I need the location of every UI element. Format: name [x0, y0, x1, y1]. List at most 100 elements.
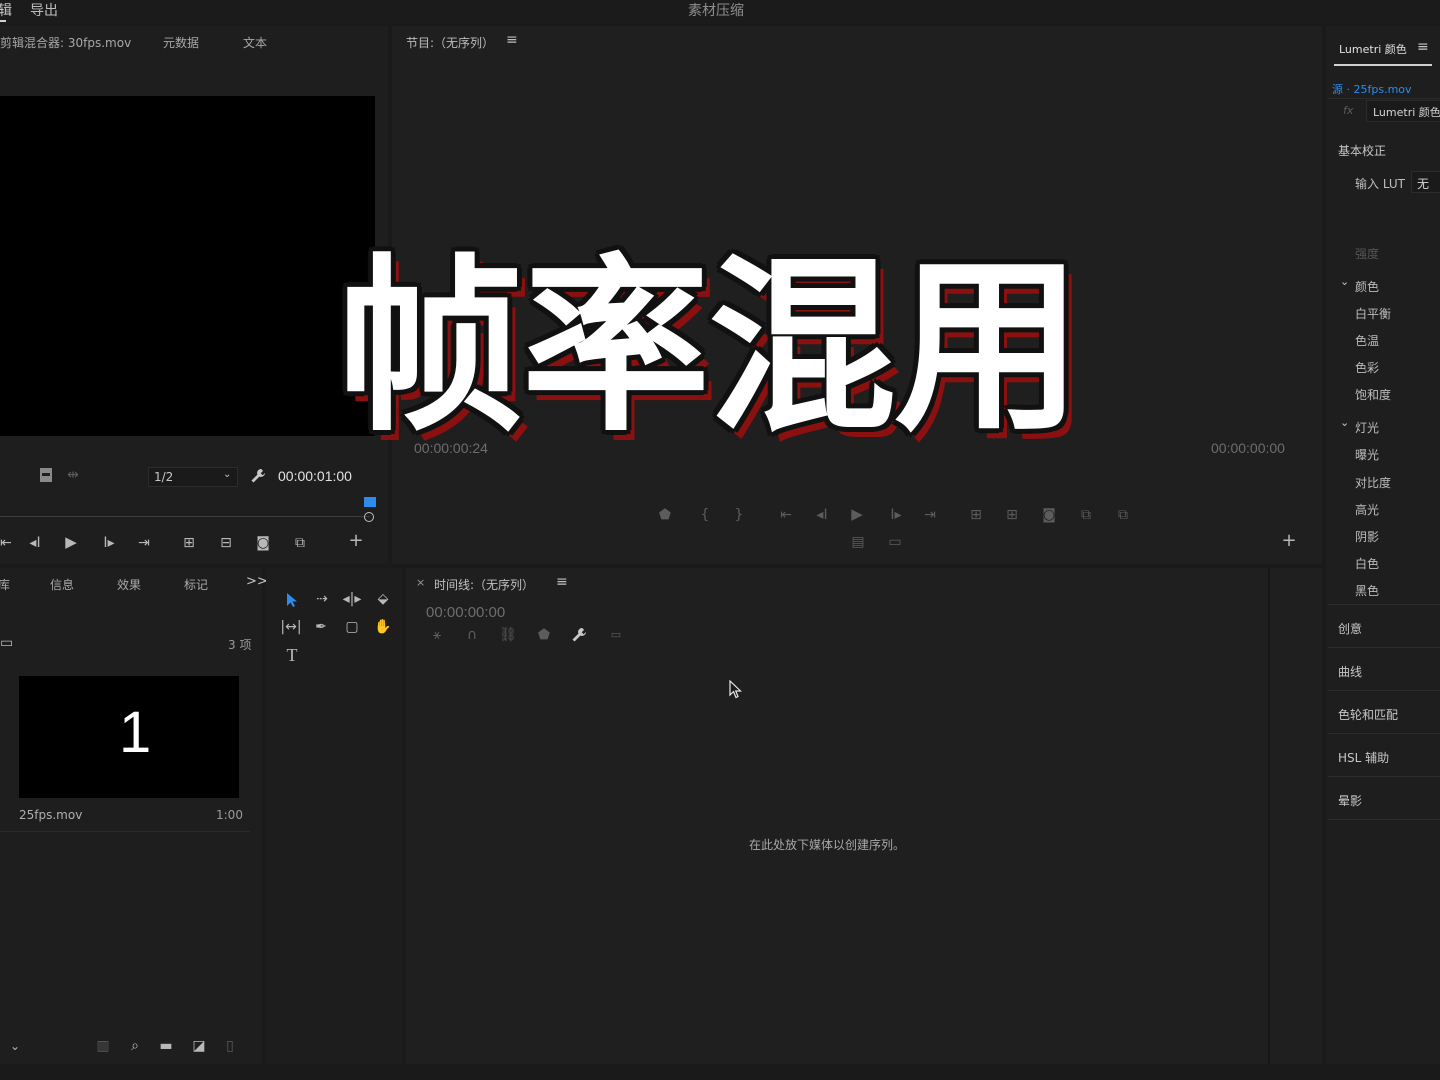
highlights-label: 高光: [1355, 503, 1380, 517]
clip-name[interactable]: 25fps.mov: [19, 808, 82, 822]
clip-thumbnail[interactable]: 1: [19, 676, 239, 798]
source-scrub-bar[interactable]: [0, 512, 370, 520]
search-icon[interactable]: ⌕: [127, 1039, 143, 1053]
slip-tool-icon[interactable]: |↔|: [280, 620, 302, 634]
razor-tool-icon[interactable]: ⬙: [374, 592, 392, 606]
proxy-toggle-icon[interactable]: ⧉: [1113, 508, 1133, 522]
source-timecode[interactable]: 00:00:01:00: [278, 468, 352, 484]
vr-video-icon[interactable]: ▤: [848, 535, 868, 549]
lumetri-tab[interactable]: Lumetri 颜色: [1339, 41, 1407, 57]
camera-icon[interactable]: ◙: [254, 536, 272, 550]
wrench-icon[interactable]: [571, 627, 587, 643]
item-count: 3 项: [228, 638, 252, 652]
color-group[interactable]: 颜色: [1355, 278, 1379, 295]
light-group[interactable]: 灯光: [1355, 419, 1379, 436]
effect-name-box[interactable]: Lumetri 颜色: [1366, 100, 1440, 122]
timeline-menu-icon[interactable]: ≡: [556, 574, 568, 590]
chevron-down-icon[interactable]: ⌄: [8, 1039, 22, 1053]
source-playhead-handle[interactable]: [364, 512, 374, 522]
hand-tool-icon[interactable]: ✋: [374, 620, 392, 634]
mark-out-icon[interactable]: }: [732, 508, 746, 522]
new-bin-icon[interactable]: ▬: [158, 1039, 174, 1053]
play-icon[interactable]: ▶: [62, 535, 80, 550]
program-title[interactable]: 节目:（无序列）: [406, 34, 494, 51]
tab-info[interactable]: 信息: [50, 576, 74, 593]
add-button-icon[interactable]: +: [347, 532, 365, 550]
tab-libraries[interactable]: 库: [0, 576, 10, 593]
snap-icon[interactable]: ∩: [464, 628, 480, 642]
play-icon[interactable]: ▶: [848, 507, 866, 522]
section-creative[interactable]: 创意: [1338, 620, 1362, 637]
lift-icon[interactable]: ⊞: [966, 508, 986, 522]
linked-selection-icon[interactable]: ⛓: [499, 628, 517, 642]
type-tool-icon[interactable]: T: [283, 646, 301, 664]
timeline-title[interactable]: 时间线:（无序列）: [434, 576, 534, 593]
compare-view-icon[interactable]: ⧉: [290, 536, 310, 550]
add-marker-icon[interactable]: ⬟: [537, 628, 551, 642]
menu-edit-underline: [0, 20, 6, 22]
lumetri-source[interactable]: 源 · 25fps.mov: [1332, 81, 1412, 97]
mark-in-icon[interactable]: {: [698, 508, 712, 522]
nest-toggle-icon[interactable]: ⚹: [428, 628, 446, 642]
wrench-icon[interactable]: [250, 468, 266, 484]
overwrite-icon[interactable]: ⊟: [216, 536, 236, 550]
menu-export[interactable]: 导出: [30, 0, 58, 20]
tab-clip-mixer[interactable]: 剪辑混合器: 30fps.mov: [0, 34, 131, 51]
trash-icon[interactable]: ▯: [222, 1039, 238, 1053]
tab-text[interactable]: 文本: [243, 34, 267, 51]
program-menu-icon[interactable]: ≡: [506, 32, 518, 48]
new-item-icon[interactable]: ◪: [191, 1039, 207, 1053]
section-vignette[interactable]: 晕影: [1338, 792, 1362, 809]
comparison-icon[interactable]: ⧉: [1076, 508, 1096, 522]
tab-metadata[interactable]: 元数据: [163, 34, 199, 51]
add-button-icon[interactable]: +: [1280, 532, 1298, 550]
comparison-view-icon[interactable]: ▭: [885, 535, 905, 549]
selection-tool-icon[interactable]: [283, 591, 301, 609]
panel-overflow-icon[interactable]: >>: [246, 574, 268, 589]
resolution-dropdown[interactable]: 1/2 ⌄: [148, 467, 238, 487]
section-hsl[interactable]: HSL 辅助: [1338, 749, 1389, 766]
close-icon[interactable]: ×: [416, 576, 425, 589]
caption-overlay: 帧率混用: [336, 238, 1082, 457]
lumetri-menu-icon[interactable]: ≡: [1417, 39, 1429, 55]
section-color-wheels[interactable]: 色轮和匹配: [1338, 706, 1398, 723]
section-curves[interactable]: 曲线: [1338, 663, 1362, 680]
effect-name: Lumetri 颜色: [1373, 106, 1440, 119]
input-lut-label: 输入 LUT: [1355, 177, 1406, 191]
menu-edit[interactable]: 辑: [0, 0, 12, 20]
extract-icon[interactable]: ⊞: [1002, 508, 1022, 522]
step-back-icon[interactable]: ◂I: [812, 508, 832, 522]
rectangle-tool-icon[interactable]: ▢: [343, 620, 361, 634]
track-select-tool-icon[interactable]: ⇢: [311, 592, 333, 606]
chevron-down-icon[interactable]: ⌄: [1340, 275, 1349, 288]
freeform-view-icon[interactable]: ▥: [94, 1039, 112, 1053]
clip-thumb-number: 1: [119, 700, 152, 765]
fx-icon[interactable]: fx: [1343, 104, 1353, 117]
go-to-out-icon[interactable]: ⇥: [134, 536, 154, 550]
camera-icon[interactable]: ◙: [1040, 508, 1058, 522]
tab-markers[interactable]: 标记: [184, 576, 208, 593]
timeline-timecode[interactable]: 00:00:00:00: [426, 604, 505, 621]
captions-icon[interactable]: ▭: [606, 628, 626, 642]
ripple-edit-tool-icon[interactable]: ◂|▸: [341, 592, 363, 606]
go-to-out-icon[interactable]: ⇥: [920, 508, 940, 522]
tab-effects[interactable]: 效果: [117, 576, 141, 593]
bin-icon[interactable]: ▭: [0, 636, 13, 650]
section-basic-correction[interactable]: 基本校正: [1338, 142, 1386, 159]
go-to-in-icon[interactable]: ⇤: [0, 536, 12, 550]
go-to-in-icon[interactable]: ⇤: [776, 508, 796, 522]
pen-tool-icon[interactable]: ✒: [312, 620, 330, 634]
safe-margins-icon[interactable]: [40, 468, 52, 482]
insert-icon[interactable]: ⊞: [179, 536, 199, 550]
source-playhead[interactable]: [364, 497, 376, 507]
step-forward-icon[interactable]: I▸: [886, 508, 906, 522]
add-marker-icon[interactable]: ⬟: [658, 508, 672, 522]
trim-icon[interactable]: ⇹: [64, 468, 82, 482]
input-lut-value: 无: [1417, 177, 1430, 191]
program-timecode-right: 00:00:00:00: [1211, 440, 1285, 456]
contrast-label: 对比度: [1355, 476, 1392, 490]
chevron-down-icon[interactable]: ⌄: [1340, 416, 1349, 429]
step-forward-icon[interactable]: I▸: [100, 536, 118, 550]
input-lut-dropdown[interactable]: 无: [1411, 171, 1440, 193]
step-back-icon[interactable]: ◂I: [26, 536, 44, 550]
